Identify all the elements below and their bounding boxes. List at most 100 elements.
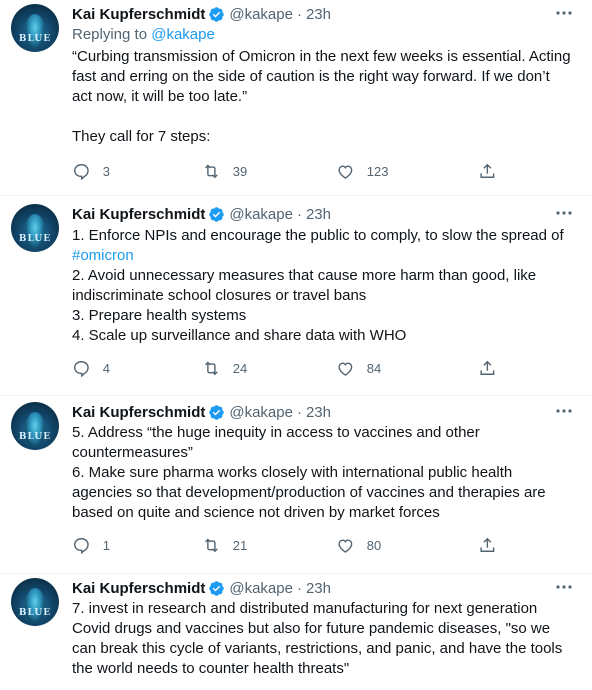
reply-icon (74, 537, 89, 554)
replying-to: Replying to @kakape (72, 26, 215, 43)
tweet-header: Kai Kupferschmidt @kakape · 23h (72, 578, 331, 598)
reply-icon (74, 360, 89, 377)
replying-mention[interactable]: @kakape (151, 26, 215, 43)
tweet-text: “Curbing transmission of Omicron in the … (72, 47, 572, 147)
tweet-line: agencies so that development/production … (72, 484, 546, 501)
retweet-count: 24 (232, 360, 248, 376)
avatar[interactable]: BLUE (11, 578, 59, 626)
separator-dot: · (296, 5, 302, 23)
tweet-actions: 1 21 80 (72, 535, 512, 555)
tweet-line: Covid drugs and vaccines but also for fu… (72, 620, 551, 637)
share-button[interactable] (478, 358, 497, 378)
like-button[interactable]: 84 (336, 358, 381, 378)
timestamp[interactable]: 23h (306, 404, 331, 421)
avatar[interactable]: BLUE (11, 402, 59, 450)
author-handle[interactable]: @kakape (229, 580, 293, 597)
separator-dot: · (296, 403, 302, 421)
tweet-1[interactable]: BLUE Kai Kupferschmidt @kakape · 23h Rep… (0, 0, 592, 196)
tweet-text: 5. Address “the huge inequity in access … (72, 423, 572, 523)
tweet-line: 1. Enforce NPIs and encourage the public… (72, 227, 564, 244)
tweet-line: “Curbing transmission of Omicron in the … (72, 48, 571, 65)
avatar-text: BLUE (18, 34, 52, 44)
tweet-text: 7. invest in research and distributed ma… (72, 599, 572, 679)
retweet-icon (205, 361, 218, 375)
author-handle[interactable]: @kakape (229, 6, 293, 23)
more-options-icon[interactable] (554, 580, 574, 594)
timestamp[interactable]: 23h (306, 206, 331, 223)
like-count: 123 (366, 163, 389, 179)
author-handle[interactable]: @kakape (229, 206, 293, 223)
reply-count: 1 (102, 537, 110, 553)
tweet-line: countermeasures” (72, 444, 193, 461)
like-count: 80 (366, 537, 382, 553)
tweet-line: can break this cycle of variants, restri… (72, 640, 563, 657)
reply-button[interactable]: 4 (72, 358, 110, 378)
tweet-header: Kai Kupferschmidt @kakape · 23h (72, 204, 331, 224)
avatar-text: BLUE (18, 608, 52, 618)
tweet-line: They call for 7 steps: (72, 128, 211, 145)
retweet-icon (205, 164, 218, 178)
verified-badge-icon (209, 206, 225, 222)
like-icon (338, 362, 353, 376)
hashtag-link[interactable]: #omicron (72, 247, 134, 264)
reply-count: 3 (102, 163, 110, 179)
tweet-2[interactable]: BLUE Kai Kupferschmidt @kakape · 23h 1. … (0, 200, 592, 396)
avatar[interactable]: BLUE (11, 4, 59, 52)
retweet-button[interactable]: 21 (202, 535, 247, 555)
tweet-line: act now, it will be too late.” (72, 88, 248, 105)
tweet-3[interactable]: BLUE Kai Kupferschmidt @kakape · 23h 5. … (0, 398, 592, 574)
tweet-4[interactable]: BLUE Kai Kupferschmidt @kakape · 23h 7. … (0, 574, 592, 690)
timestamp[interactable]: 23h (306, 580, 331, 597)
avatar-text: BLUE (18, 234, 52, 244)
timestamp[interactable]: 23h (306, 6, 331, 23)
author-name[interactable]: Kai Kupferschmidt (72, 580, 205, 597)
author-name[interactable]: Kai Kupferschmidt (72, 404, 205, 421)
verified-badge-icon (209, 404, 225, 420)
like-button[interactable]: 123 (336, 161, 388, 181)
avatar-text: BLUE (18, 432, 52, 442)
more-options-icon[interactable] (554, 206, 574, 220)
reply-count: 4 (102, 360, 110, 376)
author-name[interactable]: Kai Kupferschmidt (72, 6, 205, 23)
tweet-line: 4. Scale up surveillance and share data … (72, 327, 407, 344)
reply-button[interactable]: 1 (72, 535, 110, 555)
like-count: 84 (366, 360, 382, 376)
like-icon (338, 165, 353, 179)
retweet-count: 39 (232, 163, 248, 179)
verified-badge-icon (209, 6, 225, 22)
like-icon (338, 539, 353, 553)
tweet-line: the world needs to counter health threat… (72, 660, 350, 677)
share-button[interactable] (478, 161, 497, 181)
tweet-header: Kai Kupferschmidt @kakape · 23h (72, 4, 331, 24)
tweet-line: based on quite and science not driven by… (72, 504, 440, 521)
tweet-actions: 3 39 123 (72, 161, 512, 181)
separator-dot: · (296, 205, 302, 223)
tweet-header: Kai Kupferschmidt @kakape · 23h (72, 402, 331, 422)
share-icon (480, 537, 495, 552)
tweet-line: 3. Prepare health systems (72, 307, 247, 324)
tweet-line: 5. Address “the huge inequity in access … (72, 424, 480, 441)
retweet-button[interactable]: 39 (202, 161, 247, 181)
reply-button[interactable]: 3 (72, 161, 110, 181)
share-icon (480, 163, 495, 178)
more-options-icon[interactable] (554, 404, 574, 418)
avatar[interactable]: BLUE (11, 204, 59, 252)
retweet-count: 21 (232, 537, 248, 553)
tweet-line: 2. Avoid unnecessary measures that cause… (72, 267, 537, 284)
verified-badge-icon (209, 580, 225, 596)
like-button[interactable]: 80 (336, 535, 381, 555)
reply-icon (74, 163, 89, 180)
tweet-line: 6. Make sure pharma works closely with i… (72, 464, 513, 481)
tweet-line: indiscriminate school closures or travel… (72, 287, 367, 304)
more-options-icon[interactable] (554, 6, 574, 20)
tweet-actions: 4 24 84 (72, 358, 512, 378)
share-button[interactable] (478, 535, 497, 555)
tweet-line: 7. invest in research and distributed ma… (72, 600, 538, 617)
author-name[interactable]: Kai Kupferschmidt (72, 206, 205, 223)
separator-dot: · (296, 579, 302, 597)
author-handle[interactable]: @kakape (229, 404, 293, 421)
tweet-line: fast and erring on the side of caution i… (72, 68, 550, 85)
tweet-line (72, 107, 572, 127)
retweet-icon (205, 538, 218, 552)
retweet-button[interactable]: 24 (202, 358, 247, 378)
